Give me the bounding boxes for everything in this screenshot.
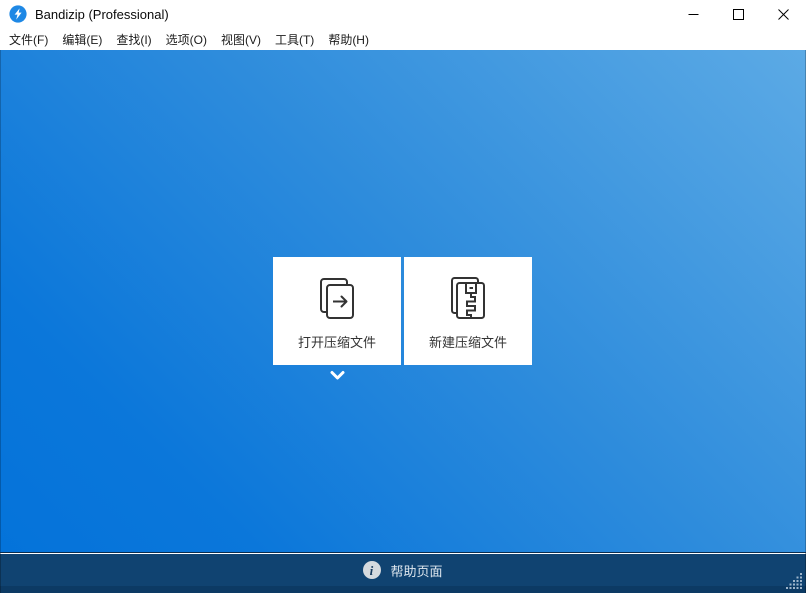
menubar: 文件(F) 编辑(E) 查找(I) 选项(O) 视图(V) 工具(T) 帮助(H… [0, 28, 806, 50]
new-archive-button[interactable]: 新建压缩文件 [404, 257, 532, 365]
resize-grip-icon[interactable] [785, 572, 803, 590]
menu-find[interactable]: 查找(I) [109, 28, 158, 50]
open-archive-button[interactable]: 打开压缩文件 [273, 257, 401, 365]
info-icon: i [363, 561, 381, 579]
open-archive-icon [311, 271, 363, 323]
menu-tools[interactable]: 工具(T) [268, 28, 321, 50]
open-archive-label: 打开压缩文件 [298, 332, 376, 351]
titlebar: Bandizip (Professional) [0, 0, 806, 28]
help-page-link[interactable]: i 帮助页面 [363, 561, 442, 580]
menu-file[interactable]: 文件(F) [2, 28, 55, 50]
new-archive-label: 新建压缩文件 [429, 332, 507, 351]
statusbar: i 帮助页面 [0, 554, 806, 586]
workspace: 打开压缩文件 新建压缩文件 [0, 50, 806, 553]
bottom-strip [0, 586, 806, 593]
minimize-button[interactable] [671, 0, 716, 28]
menu-view[interactable]: 视图(V) [214, 28, 268, 50]
menu-options[interactable]: 选项(O) [159, 28, 214, 50]
window-title: Bandizip (Professional) [35, 7, 169, 22]
new-archive-icon [442, 271, 494, 323]
window-controls [671, 0, 806, 28]
menu-help[interactable]: 帮助(H) [321, 28, 376, 50]
bandizip-window: Bandizip (Professional) 文件(F) 编辑(E) 查找(I… [0, 0, 806, 593]
tile-row: 打开压缩文件 新建压缩文件 [273, 257, 532, 365]
help-page-label: 帮助页面 [390, 561, 442, 580]
close-button[interactable] [761, 0, 806, 28]
menu-edit[interactable]: 编辑(E) [55, 28, 109, 50]
chevron-down-icon[interactable] [329, 370, 346, 382]
bandizip-logo-icon [9, 5, 27, 23]
maximize-button[interactable] [716, 0, 761, 28]
